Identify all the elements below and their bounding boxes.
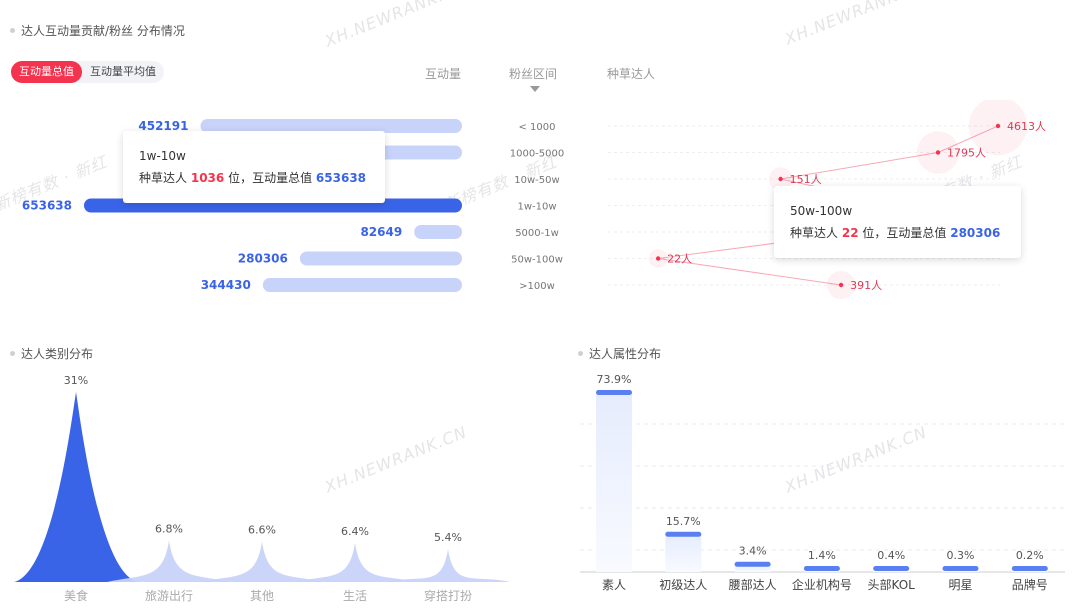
seed-point — [935, 150, 941, 155]
category-peak — [200, 541, 324, 582]
tab-total[interactable]: 互动量总值 — [11, 61, 82, 83]
fans-range-label: 10w-50w — [514, 175, 559, 186]
attribute-value-label: 1.4% — [808, 549, 836, 562]
category-value-label: 6.6% — [248, 524, 276, 537]
section-title-text: 达人互动量贡献/粉丝 分布情况 — [21, 24, 185, 38]
attribute-bar — [873, 566, 910, 571]
section-title-text: 达人属性分布 — [589, 347, 662, 361]
watermark: XH.NEWRANK.CN — [321, 0, 470, 51]
attribute-bar — [596, 390, 632, 395]
tooltip-range: 1w-10w — [139, 149, 186, 163]
bar-value-label: 653638 — [22, 199, 72, 213]
attribute-value-label: 0.2% — [1016, 549, 1044, 562]
tooltip-value: 653638 — [315, 171, 367, 185]
seed-label: 151人 — [790, 173, 822, 186]
attribute-bar — [1011, 566, 1048, 571]
attribute-value-label: 73.9% — [597, 373, 632, 386]
bullet-dot — [10, 28, 15, 33]
column-header-interaction[interactable]: 互动量 — [425, 65, 461, 82]
category-value-label: 31% — [64, 374, 88, 387]
section-title-attribute: 达人属性分布 — [578, 345, 661, 362]
attribute-label: 品牌号 — [1012, 578, 1048, 592]
attribute-bar — [803, 566, 840, 571]
attribute-label: 素人 — [602, 578, 626, 592]
tooltip-detail: 种草达人 22 位，互动量总值 280306 — [790, 222, 1005, 244]
tooltip-mid: 位，互动量总值 — [228, 171, 313, 185]
attribute-label: 腰部达人 — [729, 577, 777, 592]
category-value-label: 6.8% — [155, 522, 183, 535]
seed-point — [995, 123, 1001, 129]
attribute-bar — [665, 531, 702, 537]
section-title-text: 达人类别分布 — [21, 347, 94, 361]
bar — [262, 278, 462, 292]
section-title-category: 达人类别分布 — [10, 345, 93, 362]
metric-tabs: 互动量总值 互动量平均值 — [11, 61, 164, 83]
fans-range-label: 5000-1w — [515, 228, 559, 239]
category-chart: 31% 美食 6.8% 旅游出行 6.6% 其他 6.4% 生活 5.4% 穿搭打扮 — [14, 374, 510, 603]
tooltip-interaction: 1w-10w 种草达人 1036 位，互动量总值 653638 — [123, 131, 385, 203]
seed-label: 391人 — [850, 279, 882, 292]
category-peak — [14, 392, 138, 582]
seed-point — [655, 256, 661, 261]
category-value-label: 6.4% — [341, 525, 369, 538]
attribute-bar-bg — [665, 533, 702, 572]
attribute-label: 企业机构号 — [792, 577, 852, 592]
category-label: 美食 — [64, 588, 88, 603]
category-label: 旅游出行 — [145, 589, 193, 603]
bar-value-label: 82649 — [360, 225, 402, 239]
attribute-bar-bg — [596, 392, 632, 572]
tooltip-prefix: 种草达人 — [139, 171, 188, 185]
fans-range-label: < 1000 — [518, 122, 555, 133]
tooltip-mid: 位，互动量总值 — [862, 226, 947, 240]
tooltip-detail: 种草达人 1036 位，互动量总值 653638 — [139, 167, 369, 189]
attribute-value-label: 15.7% — [666, 515, 701, 528]
seed-label: 1795人 — [947, 147, 986, 160]
attribute-value-label: 0.4% — [877, 549, 905, 562]
sort-down-icon[interactable] — [530, 86, 540, 92]
column-header-fans[interactable]: 粉丝区间 — [509, 65, 557, 82]
attribute-value-label: 0.3% — [947, 549, 975, 562]
tooltip-range: 50w-100w — [790, 204, 853, 218]
seed-label: 22人 — [667, 253, 692, 266]
attribute-value-label: 3.4% — [739, 545, 767, 558]
attribute-label: 明星 — [948, 578, 972, 592]
tooltip-seed: 50w-100w 种草达人 22 位，互动量总值 280306 — [774, 186, 1021, 258]
tab-average[interactable]: 互动量平均值 — [82, 61, 164, 83]
seed-point — [778, 176, 783, 182]
attribute-chart: 73.9% 素人 15.7% 初级达人 3.4% 腰部达人 1.4% 企业机构号 0.4% 头部K… — [580, 373, 1065, 592]
seed-point — [838, 282, 844, 288]
attribute-label: 头部KOL — [868, 577, 916, 592]
bar — [299, 251, 462, 266]
tooltip-value: 280306 — [950, 226, 1001, 240]
fans-range-label: 1w-10w — [517, 202, 556, 213]
attribute-bar — [942, 566, 979, 571]
category-label: 生活 — [343, 589, 367, 603]
tooltip-count: 1036 — [190, 171, 225, 185]
category-label: 穿搭打扮 — [424, 588, 472, 603]
seed-label: 4613人 — [1007, 120, 1046, 133]
section-title-interaction: 达人互动量贡献/粉丝 分布情况 — [10, 22, 185, 39]
tooltip-count: 22 — [841, 226, 859, 240]
bullet-dot — [10, 351, 15, 356]
category-value-label: 5.4% — [434, 531, 462, 544]
column-header-seed[interactable]: 种草达人 — [607, 65, 655, 82]
attribute-bar — [734, 561, 771, 567]
bullet-dot — [578, 351, 583, 356]
watermark: XH.NEWRANK.CN — [781, 0, 930, 49]
tooltip-prefix: 种草达人 — [790, 226, 839, 240]
bar-value-label: 280306 — [238, 252, 288, 266]
bar-value-label: 344430 — [201, 278, 251, 292]
fans-range-label: 1000-5000 — [510, 149, 565, 160]
fans-range-label: 50w-100w — [511, 255, 563, 266]
bar — [414, 225, 462, 239]
attribute-label: 初级达人 — [659, 578, 707, 592]
fans-range-label: >100w — [519, 281, 555, 292]
category-peak — [293, 542, 417, 582]
category-peak — [386, 548, 510, 582]
category-label: 其他 — [250, 589, 274, 603]
